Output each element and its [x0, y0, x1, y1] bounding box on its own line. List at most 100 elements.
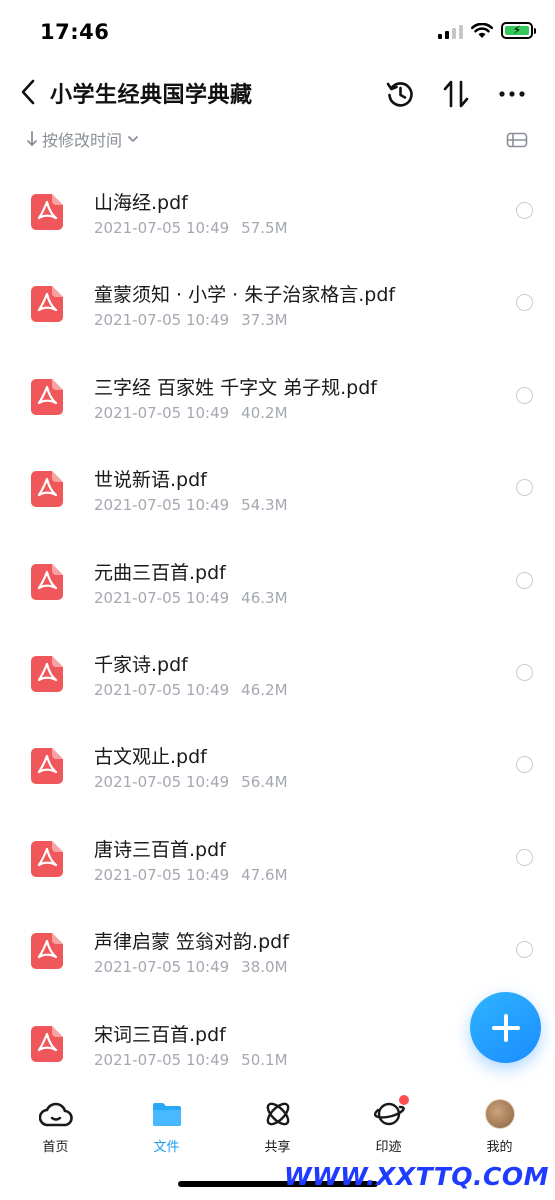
- file-name: 世说新语.pdf: [94, 469, 207, 492]
- more-icon: [499, 91, 525, 97]
- file-meta: 2021-07-05 10:49 46.3M: [94, 589, 288, 607]
- select-checkbox[interactable]: [516, 756, 533, 774]
- more-button[interactable]: [492, 74, 532, 114]
- file-name: 古文观止.pdf: [94, 746, 207, 769]
- tab-home[interactable]: 首页: [0, 1084, 111, 1164]
- file-date: 2021-07-05 10:49: [94, 403, 230, 422]
- file-name: 三字经 百家姓 千字文 弟子规.pdf: [94, 376, 377, 399]
- select-checkbox[interactable]: [516, 571, 533, 589]
- file-meta: 2021-07-05 10:49 57.5M: [94, 219, 288, 237]
- history-icon: [386, 82, 413, 107]
- file-row[interactable]: 世说新语.pdf 2021-07-05 10:49 54.3M: [0, 441, 555, 533]
- file-row[interactable]: 山海经.pdf 2021-07-05 10:49 57.5M: [0, 164, 555, 256]
- file-row[interactable]: 千家诗.pdf 2021-07-05 10:49 46.2M: [0, 626, 555, 718]
- file-meta: 2021-07-05 10:49 46.2M: [94, 681, 288, 699]
- pdf-file-icon: [31, 194, 63, 230]
- file-meta: 2021-07-05 10:49 54.3M: [94, 496, 288, 514]
- file-size: 54.3M: [241, 496, 288, 515]
- watermark-text: WWW.XXTTQ.COM: [283, 1162, 549, 1191]
- chevron-down-icon: [128, 136, 138, 142]
- file-meta: 2021-07-05 10:49 40.2M: [94, 404, 288, 422]
- file-name: 宋词三百首.pdf: [94, 1023, 226, 1046]
- file-date: 2021-07-05 10:49: [94, 865, 230, 884]
- file-size: 56.4M: [241, 773, 288, 792]
- file-row[interactable]: 元曲三百首.pdf 2021-07-05 10:49 46.3M: [0, 534, 555, 626]
- file-date: 2021-07-05 10:49: [94, 496, 230, 515]
- file-size: 46.2M: [241, 680, 288, 699]
- pdf-file-icon: [31, 1025, 63, 1062]
- file-meta: 2021-07-05 10:49 38.0M: [94, 958, 288, 976]
- file-size: 37.3M: [241, 311, 288, 330]
- tab-bar: 首页 文件 共享 印迹 我的: [0, 1084, 555, 1164]
- status-time: 17:46: [40, 20, 110, 44]
- file-date: 2021-07-05 10:49: [94, 219, 230, 237]
- file-size: 46.3M: [241, 588, 288, 607]
- sort-arrows-icon: [443, 80, 469, 108]
- tab-footprint[interactable]: 印迹: [333, 1084, 444, 1164]
- file-date: 2021-07-05 10:49: [94, 680, 230, 699]
- history-button[interactable]: [380, 74, 420, 114]
- select-checkbox[interactable]: [516, 941, 533, 959]
- select-checkbox[interactable]: [516, 663, 533, 681]
- notification-badge: [397, 1094, 410, 1106]
- tab-share[interactable]: 共享: [222, 1084, 333, 1164]
- file-date: 2021-07-05 10:49: [94, 311, 230, 330]
- file-row[interactable]: 宋词三百首.pdf 2021-07-05 10:49 50.1M: [0, 996, 555, 1088]
- file-row[interactable]: 三字经 百家姓 千字文 弟子规.pdf 2021-07-05 10:49 40.2…: [0, 349, 555, 441]
- status-icons: ⚡: [438, 22, 536, 39]
- file-row[interactable]: 声律启蒙 笠翁对韵.pdf 2021-07-05 10:49 38.0M: [0, 903, 555, 995]
- file-row[interactable]: 童蒙须知 · 小学 · 朱子治家格言.pdf 2021-07-05 10:49 3…: [0, 256, 555, 348]
- file-name: 唐诗三百首.pdf: [94, 838, 226, 861]
- pdf-file-icon: [31, 655, 63, 692]
- sort-button[interactable]: [436, 74, 476, 114]
- file-list: 山海经.pdf 2021-07-05 10:49 57.5M 童蒙须知 · 小学 …: [0, 164, 555, 1088]
- folder-icon: [152, 1103, 181, 1126]
- select-checkbox[interactable]: [516, 202, 533, 219]
- select-checkbox[interactable]: [516, 479, 533, 497]
- back-button[interactable]: [14, 76, 42, 108]
- file-size: 38.0M: [241, 958, 288, 977]
- atom-icon: [266, 1102, 289, 1126]
- file-date: 2021-07-05 10:49: [94, 1050, 230, 1069]
- list-view-icon: [506, 132, 528, 148]
- file-size: 47.6M: [241, 865, 288, 884]
- select-checkbox[interactable]: [516, 386, 533, 404]
- file-meta: 2021-07-05 10:49 50.1M: [94, 1051, 288, 1069]
- pdf-file-icon: [31, 933, 63, 970]
- pdf-file-icon: [31, 840, 63, 877]
- file-row[interactable]: 唐诗三百首.pdf 2021-07-05 10:49 47.6M: [0, 811, 555, 903]
- file-date: 2021-07-05 10:49: [94, 773, 230, 792]
- pdf-file-icon: [31, 471, 63, 508]
- tab-files[interactable]: 文件: [111, 1084, 222, 1164]
- page-title: 小学生经典国学典藏: [50, 83, 253, 108]
- select-checkbox[interactable]: [516, 294, 533, 312]
- cloud-icon: [38, 1102, 73, 1127]
- tab-label: 我的: [486, 1140, 513, 1155]
- tab-me[interactable]: 我的: [444, 1084, 555, 1164]
- pdf-file-icon: [31, 563, 63, 600]
- battery-icon: ⚡: [501, 22, 536, 39]
- file-date: 2021-07-05 10:49: [94, 588, 230, 607]
- tab-label: 共享: [264, 1140, 291, 1155]
- add-button[interactable]: [470, 992, 541, 1063]
- file-name: 童蒙须知 · 小学 · 朱子治家格言.pdf: [94, 284, 396, 307]
- file-date: 2021-07-05 10:49: [94, 958, 230, 977]
- view-mode-button[interactable]: [505, 128, 529, 152]
- cellular-signal-icon: [438, 23, 463, 39]
- file-row[interactable]: 古文观止.pdf 2021-07-05 10:49 56.4M: [0, 718, 555, 810]
- avatar: [484, 1099, 515, 1129]
- select-checkbox[interactable]: [516, 848, 533, 866]
- tab-label: 印迹: [375, 1140, 402, 1155]
- wifi-icon: [471, 22, 493, 38]
- file-meta: 2021-07-05 10:49 56.4M: [94, 773, 288, 791]
- file-name: 声律启蒙 笠翁对韵.pdf: [94, 931, 289, 954]
- plus-icon: [491, 1013, 520, 1042]
- sort-by-modified-toggle[interactable]: 按修改时间: [26, 127, 140, 151]
- pdf-file-icon: [31, 748, 63, 785]
- down-arrow-icon: [27, 131, 37, 146]
- file-name: 山海经.pdf: [94, 192, 188, 214]
- file-name: 千家诗.pdf: [94, 653, 188, 676]
- sort-label: 按修改时间: [42, 131, 123, 150]
- file-size: 40.2M: [241, 403, 288, 422]
- header: 小学生经典国学典藏: [0, 66, 555, 120]
